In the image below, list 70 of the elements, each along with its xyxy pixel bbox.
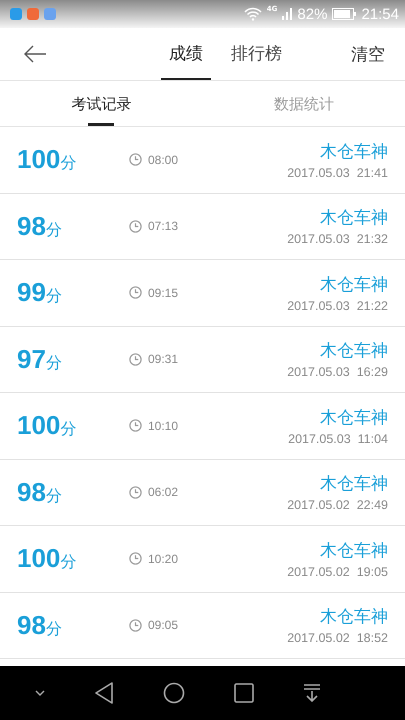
score: 100分 bbox=[17, 144, 78, 176]
clock-icon bbox=[129, 153, 142, 166]
record-date: 2017.05.03 11:04 bbox=[288, 432, 388, 446]
clock-icon bbox=[129, 352, 142, 366]
header-tab[interactable]: 成绩 bbox=[161, 28, 211, 80]
clock-icon bbox=[129, 618, 142, 632]
notification-shade-button[interactable] bbox=[302, 683, 320, 703]
signal-icon bbox=[282, 8, 292, 20]
duration: 09:05 bbox=[148, 618, 178, 632]
sub-tab[interactable]: 数据统计 bbox=[202, 81, 405, 126]
triangle-back-icon bbox=[94, 682, 114, 704]
battery-icon bbox=[332, 8, 356, 20]
home-button[interactable] bbox=[162, 682, 184, 704]
record-row[interactable]: 98分 09:05 木仓车神 2017.05.02 18:52 bbox=[0, 592, 405, 659]
battery-percent: 82% bbox=[297, 6, 328, 22]
duration: 09:15 bbox=[148, 286, 178, 300]
duration: 10:20 bbox=[148, 552, 178, 566]
score: 100分 bbox=[17, 543, 78, 574]
record-date: 2017.05.02 19:05 bbox=[287, 564, 388, 579]
wifi-icon bbox=[244, 7, 262, 21]
duration: 09:31 bbox=[148, 352, 178, 366]
user-name: 木仓车神 bbox=[320, 406, 388, 429]
tab-underline bbox=[88, 123, 114, 126]
duration: 08:00 bbox=[148, 152, 178, 167]
sub-tab[interactable]: 考试记录 bbox=[0, 81, 202, 126]
clock-icon bbox=[129, 419, 142, 432]
user-name: 木仓车神 bbox=[320, 140, 388, 163]
record-date: 2017.05.03 21:22 bbox=[287, 298, 388, 313]
clock-icon bbox=[129, 552, 142, 566]
score: 98分 bbox=[17, 210, 63, 242]
record-row[interactable]: 100分 10:20 木仓车神 2017.05.02 19:05 bbox=[0, 526, 405, 592]
record-date: 2017.05.03 21:41 bbox=[287, 166, 388, 180]
back-nav-button[interactable] bbox=[94, 682, 114, 704]
score: 98分 bbox=[17, 610, 63, 641]
back-arrow-icon bbox=[23, 45, 47, 63]
clock-icon bbox=[129, 220, 142, 233]
clock-icon bbox=[129, 486, 142, 499]
record-date: 2017.05.03 21:32 bbox=[287, 232, 388, 246]
score: 98分 bbox=[17, 476, 63, 508]
record-row[interactable]: 98分 06:02 木仓车神 2017.05.02 22:49 bbox=[0, 460, 405, 526]
clock-icon bbox=[129, 286, 142, 300]
record-row[interactable]: 100分 10:10 木仓车神 2017.05.03 11:04 bbox=[0, 393, 405, 460]
record-date: 2017.05.03 16:29 bbox=[287, 365, 388, 380]
duration: 06:02 bbox=[148, 485, 178, 500]
record-row[interactable]: 100分 08:00 木仓车神 2017.05.03 21:41 bbox=[0, 127, 405, 194]
clock-time: 21:54 bbox=[361, 6, 399, 22]
record-row[interactable]: 98分 07:13 木仓车神 2017.05.03 21:32 bbox=[0, 194, 405, 260]
duration: 07:13 bbox=[148, 219, 178, 234]
square-recents-icon bbox=[234, 683, 254, 703]
record-date: 2017.05.02 18:52 bbox=[287, 631, 388, 646]
duration: 10:10 bbox=[148, 418, 178, 433]
user-name: 木仓车神 bbox=[320, 274, 388, 296]
score: 100分 bbox=[17, 410, 78, 442]
user-name: 木仓车神 bbox=[320, 207, 388, 230]
score: 99分 bbox=[17, 277, 63, 308]
user-name: 木仓车神 bbox=[320, 606, 388, 628]
header-tab[interactable]: 排行榜 bbox=[223, 28, 290, 80]
circle-home-icon bbox=[162, 682, 184, 704]
record-date: 2017.05.02 22:49 bbox=[287, 498, 388, 512]
chevron-down-icon bbox=[34, 690, 44, 696]
clear-button[interactable]: 清空 bbox=[341, 28, 405, 80]
user-name: 木仓车神 bbox=[320, 473, 388, 496]
user-name: 木仓车神 bbox=[320, 340, 388, 362]
pull-down-icon bbox=[302, 683, 320, 703]
record-row[interactable]: 97分 09:31 木仓车神 2017.05.03 16:29 bbox=[0, 326, 405, 393]
recents-button[interactable] bbox=[234, 683, 254, 703]
user-name: 木仓车神 bbox=[320, 540, 388, 562]
collapse-button[interactable] bbox=[34, 690, 44, 696]
record-row[interactable]: 99分 09:15 木仓车神 2017.05.03 21:22 bbox=[0, 260, 405, 326]
score: 97分 bbox=[17, 344, 63, 375]
